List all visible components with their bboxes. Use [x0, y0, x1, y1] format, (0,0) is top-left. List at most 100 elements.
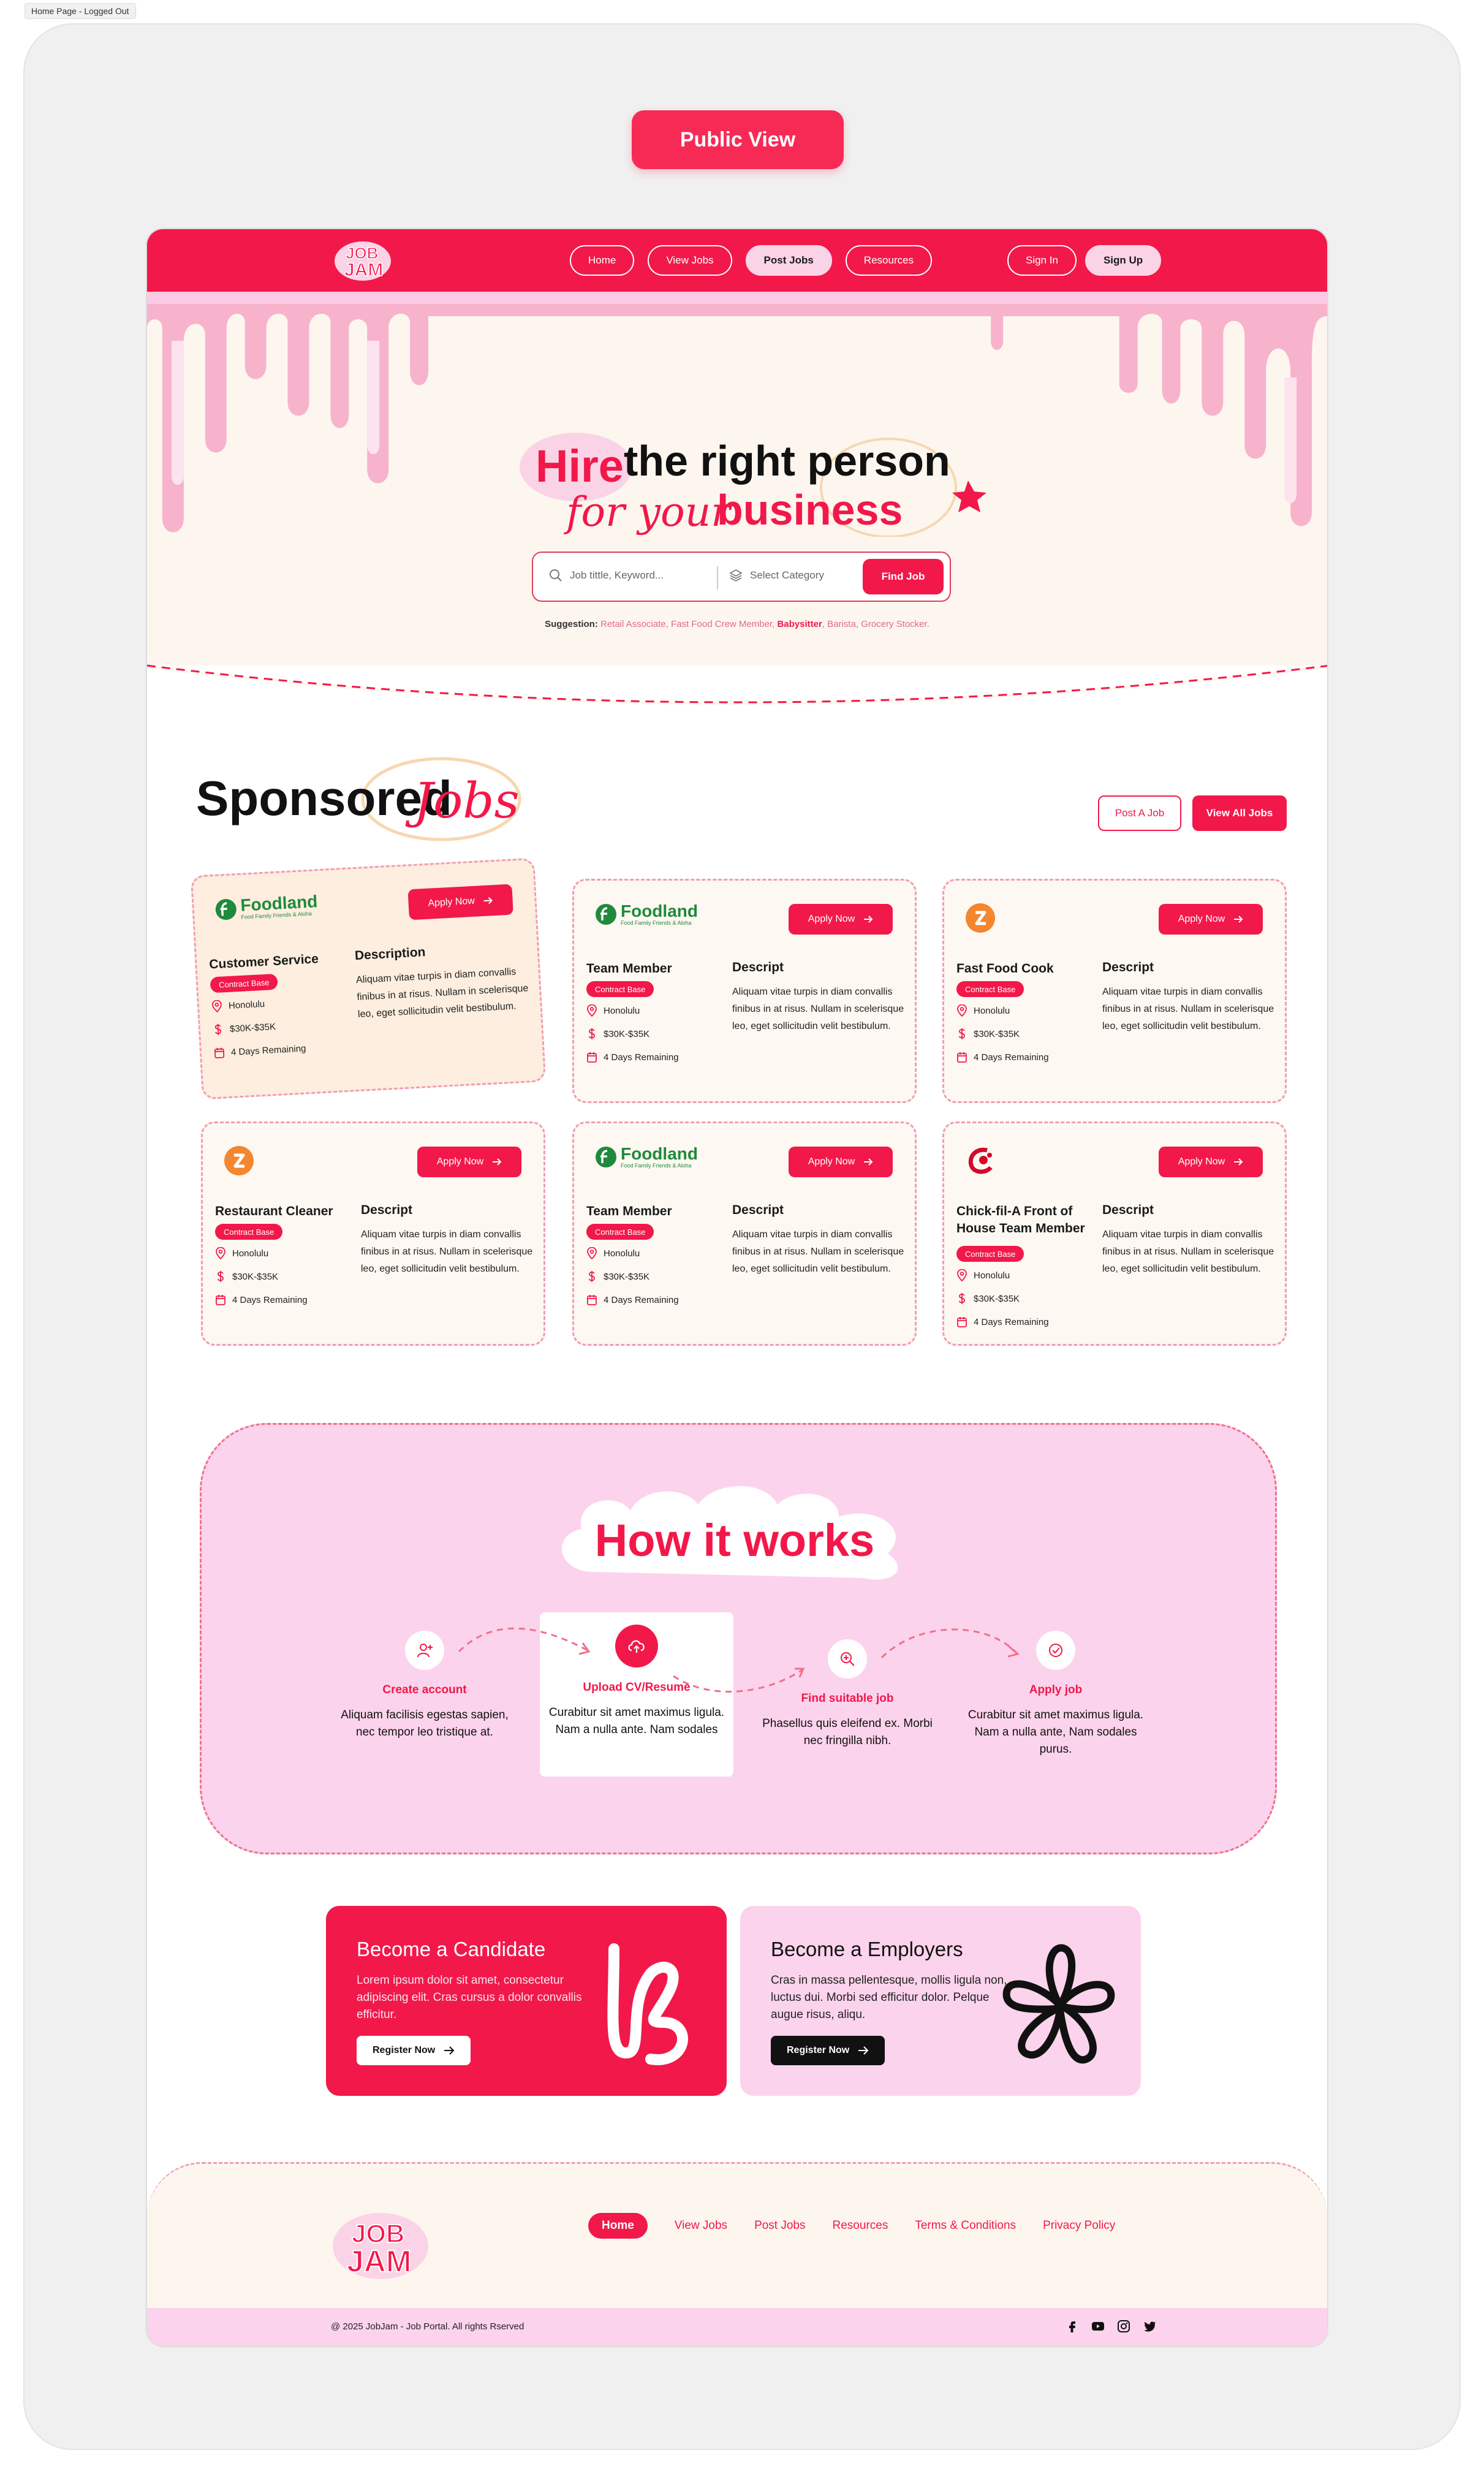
canvas-tag: Home Page - Logged Out	[25, 3, 136, 19]
location-pin-icon	[216, 1247, 225, 1259]
youtube-icon[interactable]	[1091, 2319, 1105, 2334]
nav-resources[interactable]: Resources	[845, 245, 933, 276]
nav-post-jobs[interactable]: Post Jobs	[745, 245, 832, 276]
job-location: Honolulu	[956, 1004, 1010, 1017]
candidate-title: Become a Candidate	[357, 1938, 546, 1960]
top-navbar: JOB JAM Home View Jobs Post Jobs Resourc…	[147, 229, 1327, 292]
employer-title: Become a Employers	[771, 1938, 963, 1960]
find-job-button[interactable]: Find Job	[863, 559, 944, 594]
sign-up-button[interactable]: Sign Up	[1085, 245, 1162, 276]
cloud-upload-icon	[615, 1625, 658, 1667]
facebook-icon[interactable]	[1065, 2319, 1080, 2334]
footer-privacy[interactable]: Privacy Policy	[1043, 2219, 1115, 2233]
job-title[interactable]: Team Member	[586, 1203, 721, 1220]
footer: JOB JAM Home View Jobs Post Jobs Resourc…	[147, 2162, 1327, 2346]
calendar-icon	[587, 1052, 597, 1063]
step-upload-cv: Upload CV/Resume Curabitur sit amet maxi…	[545, 1625, 729, 1739]
search-suggestions: Suggestion: Retail Associate, Fast Food …	[147, 619, 1327, 629]
job-card[interactable]: Foodland Food Family Friends & Aloha Apply…	[190, 857, 547, 1100]
foodland-logo: Foodland Food Family Friends & Aloha	[595, 1145, 698, 1169]
hero-section: Hire the right person for your business …	[147, 292, 1327, 715]
nav-home[interactable]: Home	[570, 245, 635, 276]
arrow-right-icon	[864, 916, 873, 923]
dollar-icon	[588, 1271, 595, 1282]
job-type-badge: Contract Base	[586, 981, 654, 997]
calendar-icon	[957, 1317, 967, 1327]
instagram-icon[interactable]	[1116, 2319, 1131, 2334]
footer-terms[interactable]: Terms & Conditions	[915, 2219, 1016, 2233]
search-icon	[550, 569, 562, 582]
hero-rest-text: the right person	[624, 437, 950, 485]
job-card[interactable]: Apply Now Chick-fil-A Front of House Team…	[942, 1121, 1287, 1346]
employer-register-button[interactable]: Register Now	[771, 2036, 885, 2065]
nav-view-jobs[interactable]: View Jobs	[648, 245, 732, 276]
job-type-badge: Contract Base	[210, 973, 279, 993]
job-title[interactable]: Customer Service	[209, 949, 344, 973]
apply-now-button[interactable]: Apply Now	[789, 1147, 893, 1177]
apply-now-button[interactable]: Apply Now	[417, 1147, 521, 1177]
candidate-register-button[interactable]: Register Now	[357, 2036, 471, 2065]
footer-view-jobs[interactable]: View Jobs	[675, 2219, 727, 2233]
calendar-icon	[587, 1295, 597, 1305]
job-card[interactable]: Foodland Food Family Friends & Aloha Apply…	[572, 1121, 917, 1346]
job-remaining: 4 Days Remaining	[956, 1051, 1049, 1063]
job-description: Aliquam vitae turpis in diam convallis f…	[732, 987, 904, 1031]
suggestion-label: Suggestion:	[545, 619, 598, 629]
footer-jobjam-logo[interactable]: JOB JAM	[328, 2208, 433, 2286]
apply-now-button[interactable]: Apply Now	[1159, 1147, 1263, 1177]
twitter-icon[interactable]	[1142, 2319, 1157, 2334]
location-pin-icon	[587, 1247, 597, 1259]
suggestions-before[interactable]: Retail Associate, Fast Food Crew Member,	[600, 619, 774, 629]
suggestions-after[interactable]: , Barista, Grocery Stocker.	[822, 619, 929, 629]
job-salary: $30K-$35K	[956, 1028, 1020, 1040]
public-view-button[interactable]: Public View	[632, 110, 844, 169]
job-card[interactable]: Apply Now Restaurant Cleaner Contract Base…	[201, 1121, 545, 1346]
job-title[interactable]: Team Member	[586, 960, 721, 977]
job-description: Aliquam vitae turpis in diam convallis f…	[1102, 987, 1274, 1031]
job-card[interactable]: Foodland Food Family Friends & Aloha Apply…	[572, 879, 917, 1103]
arrow-right-icon	[1234, 1158, 1243, 1166]
category-select[interactable]: Select Category	[729, 569, 824, 582]
dollar-icon	[958, 1028, 965, 1039]
dashed-curve-divider	[147, 664, 1327, 715]
job-remaining: 4 Days Remaining	[956, 1316, 1049, 1328]
svg-text:JAM: JAM	[347, 2244, 412, 2278]
keyword-field[interactable]: Job tittle, Keyword...	[549, 569, 664, 582]
suggestion-babysitter[interactable]: Babysitter	[777, 619, 822, 629]
job-salary: $30K-$35K	[956, 1292, 1020, 1305]
flower-decoration	[1002, 1944, 1115, 2064]
employer-desc: Cras in massa pellentesque, mollis ligul…	[771, 1974, 1007, 2021]
sign-in-button[interactable]: Sign In	[1007, 245, 1077, 276]
social-links	[1065, 2319, 1157, 2334]
post-a-job-button[interactable]: Post A Job	[1098, 795, 1181, 831]
apply-now-button[interactable]: Apply Now	[789, 904, 893, 935]
footer-post-jobs[interactable]: Post Jobs	[754, 2219, 805, 2233]
job-salary: $30K-$35K	[215, 1270, 278, 1283]
svg-text:JAM: JAM	[344, 260, 383, 280]
job-salary: $30K-$35K	[586, 1028, 649, 1040]
dollar-icon	[588, 1028, 595, 1039]
job-type-badge: Contract Base	[586, 1224, 654, 1240]
description-title: Descript	[1102, 960, 1154, 974]
calendar-icon	[214, 1047, 225, 1059]
footer-resources[interactable]: Resources	[833, 2219, 888, 2233]
hero-business-text: business	[717, 486, 903, 534]
category-placeholder: Select Category	[750, 569, 824, 581]
job-card[interactable]: Apply Now Fast Food Cook Contract Base Hono…	[942, 879, 1287, 1103]
jobjam-logo[interactable]: JOB JAM	[331, 235, 395, 284]
job-title[interactable]: Chick-fil-A Front of House Team Member	[956, 1203, 1091, 1237]
description-title: Descript	[361, 1203, 413, 1217]
check-circle-icon	[1036, 1631, 1075, 1670]
apply-now-button[interactable]: Apply Now	[407, 884, 513, 920]
become-employer-card: Become a Employers Cras in massa pellent…	[740, 1906, 1141, 2096]
job-title[interactable]: Fast Food Cook	[956, 960, 1091, 977]
view-all-jobs-button[interactable]: View All Jobs	[1192, 795, 1287, 831]
job-type-badge: Contract Base	[956, 1246, 1024, 1262]
apply-now-button[interactable]: Apply Now	[1159, 904, 1263, 935]
job-type-badge: Contract Base	[956, 981, 1024, 997]
footer-home[interactable]: Home	[588, 2213, 648, 2239]
arrow-right-icon	[444, 2046, 455, 2055]
job-title[interactable]: Restaurant Cleaner	[215, 1203, 350, 1220]
job-remaining: 4 Days Remaining	[213, 1042, 306, 1059]
footer-bottom-bar: @ 2025 JobJam - Job Portal. All rights R…	[147, 2308, 1327, 2346]
